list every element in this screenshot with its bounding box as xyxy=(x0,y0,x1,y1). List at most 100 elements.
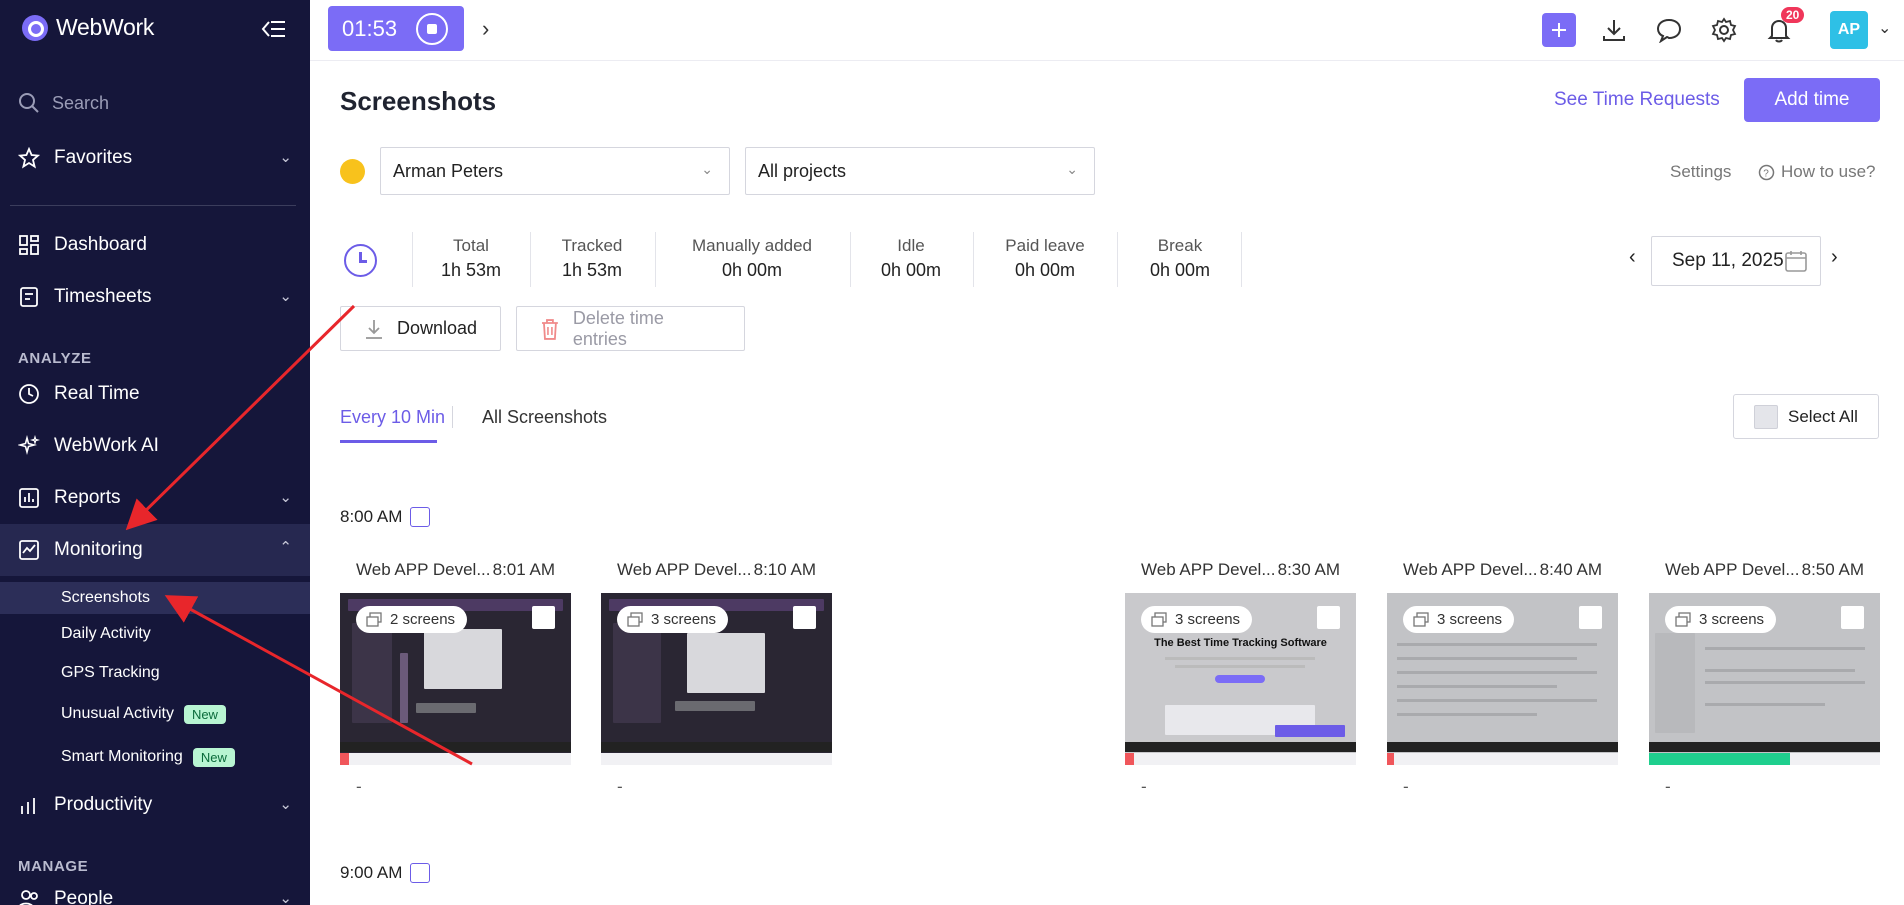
download-icon xyxy=(366,319,382,339)
sidebar-item-people[interactable]: People ⌄ xyxy=(18,881,296,905)
sidebar-subitem-daily-activity[interactable]: Daily Activity xyxy=(61,621,151,647)
timer-widget[interactable]: 01:53 xyxy=(328,6,464,51)
collapse-sidebar-icon[interactable] xyxy=(261,18,287,40)
select-all-button[interactable]: Select All xyxy=(1733,394,1879,439)
sidebar-subitem-screenshots[interactable]: Screenshots xyxy=(0,582,310,614)
logo-text: WebWork xyxy=(56,14,155,40)
hour-checkbox[interactable] xyxy=(410,863,431,883)
sidebar-search[interactable]: Search xyxy=(18,92,109,114)
download-label: Download xyxy=(397,318,478,338)
screenshot-thumbnail[interactable]: The Best Time Tracking Software 3 screen… xyxy=(1125,593,1356,755)
select-all-checkbox[interactable] xyxy=(1754,404,1778,429)
sparkle-icon xyxy=(18,435,40,456)
sidebar-item-dashboard[interactable]: Dashboard xyxy=(18,227,296,263)
how-to-use-link[interactable]: ? How to use? xyxy=(1758,162,1876,182)
screenshot-checkbox[interactable] xyxy=(1579,606,1602,629)
thumb-panel xyxy=(400,653,408,723)
screen-count-pill: 3 screens xyxy=(1665,606,1777,633)
screenshot-time: 8:10 AM xyxy=(753,560,816,579)
gear-icon[interactable] xyxy=(1706,12,1742,48)
screenshot-time: 8:40 AM xyxy=(1539,560,1602,579)
hour-checkbox[interactable] xyxy=(410,507,431,527)
screen-count-pill: 3 screens xyxy=(617,606,729,633)
delete-time-entries-button[interactable]: Delete time entries xyxy=(516,306,745,351)
chevron-right-icon[interactable]: › xyxy=(482,16,489,42)
avatar[interactable]: AP xyxy=(1830,11,1868,49)
activity-fill xyxy=(1387,753,1394,765)
search-icon xyxy=(19,93,39,113)
thumb-text-line xyxy=(1397,643,1597,646)
screenshot-project: Web APP Devel... xyxy=(1665,560,1800,579)
screenshot-card: Web APP Devel... 8:40 AM 3 screens - xyxy=(1387,560,1618,797)
add-button[interactable] xyxy=(1542,13,1576,47)
screenshot-checkbox[interactable] xyxy=(532,606,555,629)
stat-divider xyxy=(412,232,413,287)
date-picker[interactable]: Sep 11, 2025 xyxy=(1651,236,1821,286)
logo[interactable]: WebWork xyxy=(22,14,154,41)
screenshot-thumbnail[interactable]: 3 screens xyxy=(1649,593,1880,755)
sidebar-item-productivity[interactable]: Productivity ⌄ xyxy=(18,787,296,823)
thumb-text-line xyxy=(1705,703,1825,706)
thumb-text-line xyxy=(1397,657,1577,660)
stat-label: Idle xyxy=(897,236,925,255)
sidebar-subitem-label: GPS Tracking xyxy=(61,664,160,681)
thumb-text-line xyxy=(1397,713,1537,716)
help-icon: ? xyxy=(1758,164,1775,180)
screenshot-thumbnail[interactable]: 2 screens xyxy=(340,593,571,755)
download-icon[interactable] xyxy=(1596,12,1632,48)
activity-fill xyxy=(340,753,350,765)
sidebar-item-label: Monitoring xyxy=(54,539,143,560)
chat-icon[interactable] xyxy=(1651,12,1687,48)
stop-icon[interactable] xyxy=(416,13,448,45)
screenshot-card: Web APP Devel... 8:10 AM 3 screens - xyxy=(601,560,832,797)
sidebar-subitem-smart-monitoring[interactable]: Smart Monitoring New xyxy=(61,744,235,770)
stat-value: 1h 53m xyxy=(561,260,623,280)
tab-all-screenshots[interactable]: All Screenshots xyxy=(482,407,607,428)
trash-icon xyxy=(541,318,558,340)
screenshot-header: Web APP Devel... 8:50 AM xyxy=(1649,560,1880,580)
chevron-down-icon: ⌄ xyxy=(279,890,292,905)
settings-link[interactable]: Settings xyxy=(1670,162,1731,182)
screenshot-thumbnail[interactable]: 3 screens xyxy=(601,593,832,755)
stat-idle: Idle 0h 00m xyxy=(868,236,954,281)
sidebar-item-real-time[interactable]: Real Time xyxy=(18,376,296,412)
sidebar-item-favorites[interactable]: Favorites ⌄ xyxy=(18,140,296,176)
timesheet-icon xyxy=(20,287,38,307)
next-date-button[interactable]: › xyxy=(1831,246,1838,269)
sidebar-item-monitoring[interactable]: Monitoring ⌃ xyxy=(0,524,310,576)
screenshot-checkbox[interactable] xyxy=(1317,606,1340,629)
tab-every-10-min[interactable]: Every 10 Min xyxy=(340,407,445,428)
project-select[interactable]: All projects ⌄ xyxy=(745,147,1095,195)
sidebar-item-reports[interactable]: Reports ⌄ xyxy=(18,480,296,516)
prev-date-button[interactable]: ‹ xyxy=(1629,246,1636,269)
sidebar-subitem-gps-tracking[interactable]: GPS Tracking xyxy=(61,660,160,686)
delete-label: Delete time entries xyxy=(572,307,664,349)
stat-label: Paid leave xyxy=(1005,236,1085,255)
screen-count-pill: 3 screens xyxy=(1403,606,1515,633)
stat-total: Total 1h 53m xyxy=(438,236,504,281)
stat-paid-leave: Paid leave 0h 00m xyxy=(992,236,1098,281)
see-time-requests-link[interactable]: See Time Requests xyxy=(1554,89,1720,111)
screen-count-pill: 2 screens xyxy=(356,606,468,633)
thumb-text-line xyxy=(1705,647,1865,650)
thumb-cta xyxy=(1215,675,1265,683)
bell-icon[interactable]: 20 xyxy=(1761,7,1805,48)
thumb-panel xyxy=(416,703,476,713)
sidebar-item-webwork-ai[interactable]: WebWork AI xyxy=(18,428,296,464)
sidebar-subitem-unusual-activity[interactable]: Unusual Activity New xyxy=(61,701,226,727)
stat-label: Break xyxy=(1157,236,1203,255)
chevron-down-icon: ⌄ xyxy=(279,149,292,166)
download-button[interactable]: Download xyxy=(340,306,501,351)
sidebar-subitem-label: Unusual Activity xyxy=(61,705,174,722)
screenshot-time: 8:30 AM xyxy=(1277,560,1340,579)
screenshot-checkbox[interactable] xyxy=(1841,606,1864,629)
sidebar-item-label: Dashboard xyxy=(54,234,147,255)
chevron-down-icon[interactable]: ⌄ xyxy=(1878,18,1891,38)
screenshot-thumbnail[interactable]: 3 screens xyxy=(1387,593,1618,755)
sidebar-item-timesheets[interactable]: Timesheets ⌄ xyxy=(18,279,296,315)
screenshot-checkbox[interactable] xyxy=(793,606,816,629)
stat-tracked: Tracked 1h 53m xyxy=(552,236,632,281)
user-select[interactable]: Arman Peters ⌄ xyxy=(380,147,730,195)
add-time-button[interactable]: Add time xyxy=(1744,78,1880,122)
user-status-dot xyxy=(340,159,365,184)
